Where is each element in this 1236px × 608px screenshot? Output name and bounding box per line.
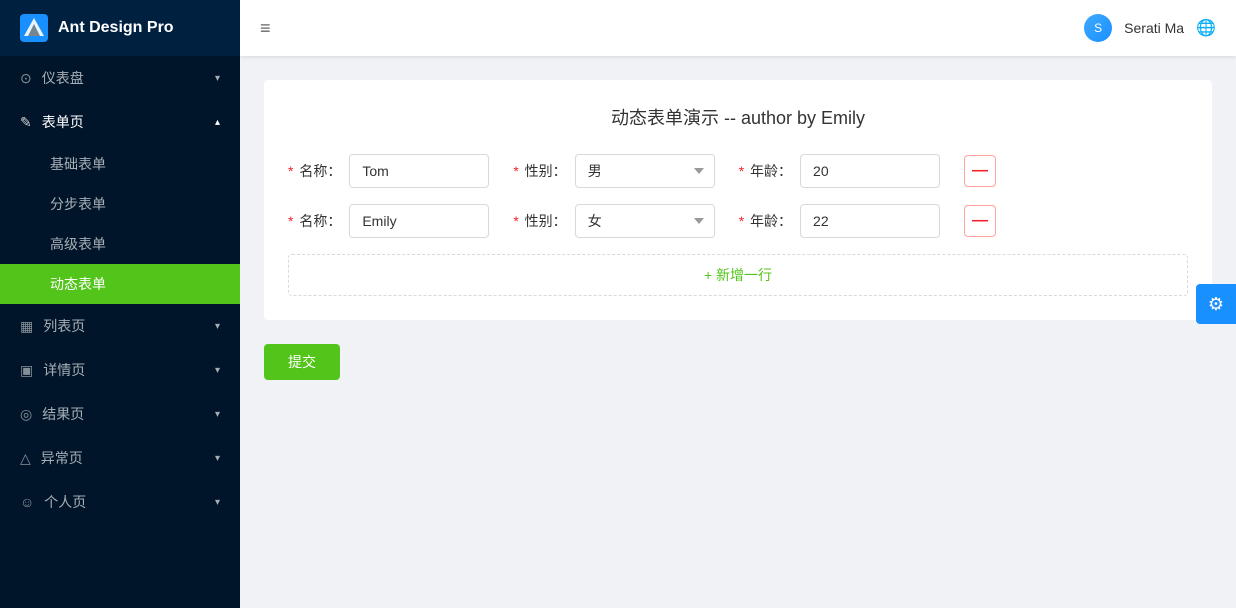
name-input-1[interactable] bbox=[349, 154, 489, 188]
app-title: Ant Design Pro bbox=[58, 19, 174, 37]
gear-icon: ⚙ bbox=[1208, 294, 1224, 315]
gender-field-2: * 性别： 男 女 bbox=[513, 204, 714, 238]
age-input-2[interactable] bbox=[800, 204, 940, 238]
sidebar: Ant Design Pro ⊙ 仪表盘 ▾ ✎ 表单页 ▴ 基础表单 分步表单… bbox=[0, 0, 240, 608]
chevron-down-icon: ▾ bbox=[215, 73, 220, 84]
globe-icon[interactable]: 🌐 bbox=[1196, 18, 1216, 38]
chevron-up-icon: ▴ bbox=[215, 117, 220, 128]
age-label-2: * 年龄： bbox=[739, 211, 792, 231]
sidebar-label-result: 结果页 bbox=[42, 404, 84, 424]
required-star-age-2: * bbox=[739, 213, 744, 229]
form-row-1: * 名称： * 性别： 男 女 bbox=[288, 154, 1188, 188]
dashboard-icon: ⊙ bbox=[20, 70, 32, 87]
age-field-1: * 年龄： bbox=[739, 154, 940, 188]
exception-icon: △ bbox=[20, 450, 31, 467]
user-name: Serati Ma bbox=[1124, 20, 1184, 36]
chevron-down-icon-list: ▾ bbox=[215, 321, 220, 332]
page-title: 动态表单演示 -- author by Emily bbox=[288, 104, 1188, 130]
delete-row-2-button[interactable]: — bbox=[964, 205, 996, 237]
sidebar-item-detail[interactable]: ▣ 详情页 ▾ bbox=[0, 348, 240, 392]
sidebar-label-detail: 详情页 bbox=[43, 360, 85, 380]
gender-field-1: * 性别： 男 女 bbox=[513, 154, 714, 188]
profile-icon: ☺ bbox=[20, 494, 34, 510]
chevron-down-icon-exception: ▾ bbox=[215, 453, 220, 464]
sidebar-item-result[interactable]: ◎ 结果页 ▾ bbox=[0, 392, 240, 436]
forms-icon: ✎ bbox=[20, 114, 32, 131]
required-star-name-2: * bbox=[288, 213, 293, 229]
form-row-2: * 名称： * 性别： 男 女 bbox=[288, 204, 1188, 238]
sidebar-item-dashboard[interactable]: ⊙ 仪表盘 ▾ bbox=[0, 56, 240, 100]
header: ≡ S Serati Ma 🌐 bbox=[240, 0, 1236, 56]
sidebar-item-list[interactable]: ▦ 列表页 ▾ bbox=[0, 304, 240, 348]
name-label-2: * 名称： bbox=[288, 211, 341, 231]
header-left: ≡ bbox=[260, 18, 271, 39]
app-logo-icon bbox=[20, 14, 48, 42]
result-icon: ◎ bbox=[20, 406, 32, 423]
sidebar-item-profile[interactable]: ☺ 个人页 ▾ bbox=[0, 480, 240, 524]
menu-toggle-button[interactable]: ≡ bbox=[260, 18, 271, 39]
page-content: 动态表单演示 -- author by Emily * 名称： * 性别： bbox=[240, 56, 1236, 608]
age-field-2: * 年龄： bbox=[739, 204, 940, 238]
delete-row-1-button[interactable]: — bbox=[964, 155, 996, 187]
submit-button[interactable]: 提交 bbox=[264, 344, 340, 380]
sidebar-item-advanced-form[interactable]: 高级表单 bbox=[0, 224, 240, 264]
age-input-1[interactable] bbox=[800, 154, 940, 188]
sidebar-label-exception: 异常页 bbox=[41, 448, 83, 468]
sidebar-item-step-form[interactable]: 分步表单 bbox=[0, 184, 240, 224]
chevron-down-icon-detail: ▾ bbox=[215, 365, 220, 376]
settings-fab-button[interactable]: ⚙ bbox=[1196, 284, 1236, 324]
name-input-2[interactable] bbox=[349, 204, 489, 238]
name-field-1: * 名称： bbox=[288, 154, 489, 188]
gender-select-2[interactable]: 男 女 bbox=[575, 204, 715, 238]
gender-label-2: * 性别： bbox=[513, 211, 566, 231]
required-star-name-1: * bbox=[288, 163, 293, 179]
sidebar-label-profile: 个人页 bbox=[44, 492, 86, 512]
add-row-button[interactable]: + 新增一行 bbox=[288, 254, 1188, 296]
list-icon: ▦ bbox=[20, 318, 33, 335]
age-label-1: * 年龄： bbox=[739, 161, 792, 181]
sidebar-logo: Ant Design Pro bbox=[0, 0, 240, 56]
required-star-gender-2: * bbox=[513, 213, 518, 229]
form-card: 动态表单演示 -- author by Emily * 名称： * 性别： bbox=[264, 80, 1212, 320]
avatar: S bbox=[1084, 14, 1112, 42]
main-content: ≡ S Serati Ma 🌐 动态表单演示 -- author by Emil… bbox=[240, 0, 1236, 608]
sidebar-label-list: 列表页 bbox=[43, 316, 85, 336]
required-star-gender-1: * bbox=[513, 163, 518, 179]
gender-label-1: * 性别： bbox=[513, 161, 566, 181]
name-label-1: * 名称： bbox=[288, 161, 341, 181]
gender-select-1[interactable]: 男 女 bbox=[575, 154, 715, 188]
required-star-age-1: * bbox=[739, 163, 744, 179]
sidebar-item-basic-form[interactable]: 基础表单 bbox=[0, 144, 240, 184]
sidebar-item-dynamic-form[interactable]: 动态表单 bbox=[0, 264, 240, 304]
detail-icon: ▣ bbox=[20, 362, 33, 379]
sidebar-item-exception[interactable]: △ 异常页 ▾ bbox=[0, 436, 240, 480]
header-right: S Serati Ma 🌐 bbox=[1084, 14, 1216, 42]
name-field-2: * 名称： bbox=[288, 204, 489, 238]
sidebar-item-forms[interactable]: ✎ 表单页 ▴ bbox=[0, 100, 240, 144]
sidebar-label-dashboard: 仪表盘 bbox=[42, 68, 84, 88]
avatar-initials: S bbox=[1094, 21, 1102, 35]
chevron-down-icon-result: ▾ bbox=[215, 409, 220, 420]
sidebar-label-forms: 表单页 bbox=[42, 112, 84, 132]
chevron-down-icon-profile: ▾ bbox=[215, 497, 220, 508]
